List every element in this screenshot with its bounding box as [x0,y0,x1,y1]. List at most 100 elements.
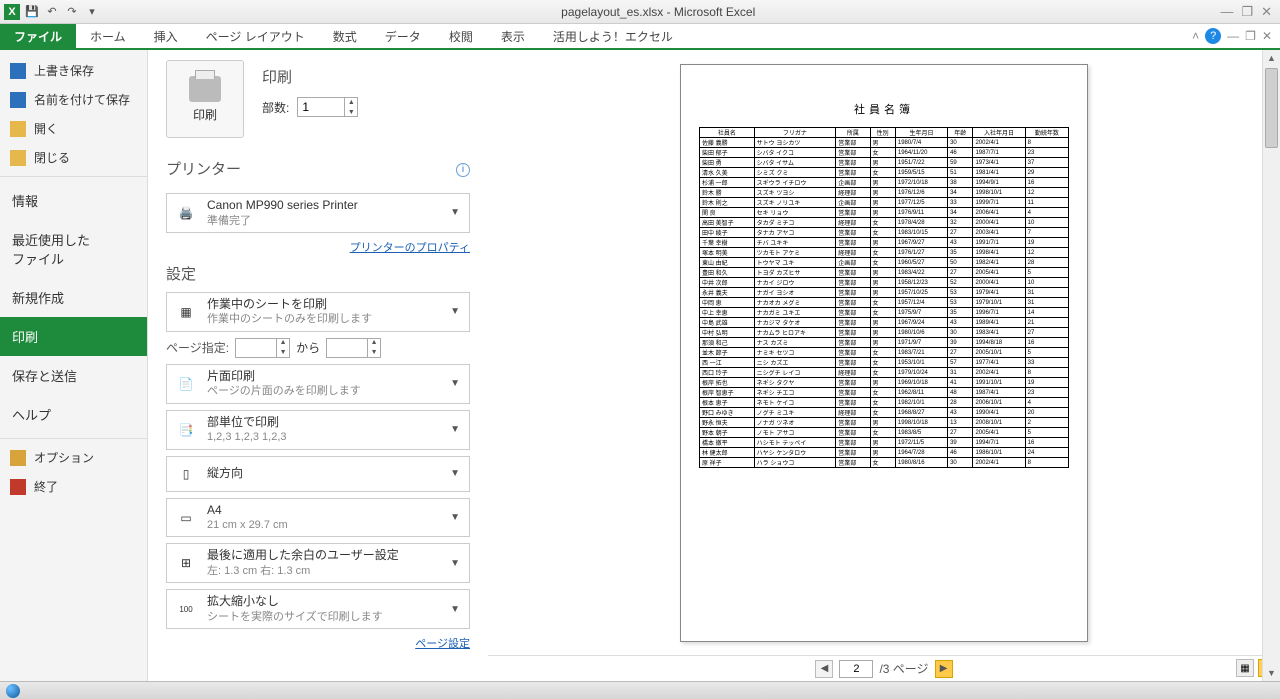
scaling-dropdown[interactable]: 100 拡大縮小なしシートを実際のサイズで印刷します ▼ [166,589,470,629]
copies-input[interactable] [298,100,344,114]
spin-up-icon[interactable]: ▲ [345,97,357,107]
nav-print[interactable]: 印刷 [0,317,147,356]
table-row: 鈴木 勝スズキ ツヨシ経理部男1976/12/6341998/10/112 [700,188,1069,198]
redo-icon[interactable]: ↷ [64,4,80,20]
page-current-input[interactable] [839,660,873,678]
ribbon-collapse-icon[interactable]: ˄ [1192,29,1199,43]
backstage-view: 上書き保存 名前を付けて保存 開く 閉じる 情報 最近使用したファイル 新規作成… [0,50,1280,681]
nav-close[interactable]: 閉じる [0,143,147,172]
margins-icon: ⊞ [173,550,199,576]
table-row: 千葉 幸樹チバ ユキキ営業部男1967/9/27431991/7/119 [700,238,1069,248]
page-to-spinner[interactable]: ▲▼ [326,338,381,358]
backstage-nav: 上書き保存 名前を付けて保存 開く 閉じる 情報 最近使用したファイル 新規作成… [0,50,148,681]
page-total: /3 ページ [879,660,928,677]
table-row: 根岸 智恵子ネギシ チエコ営業部女1962/8/11481987/4/123 [700,388,1069,398]
printer-dropdown[interactable]: 🖨️ Canon MP990 series Printer準備完了 ▼ [166,193,470,233]
show-margins-button[interactable]: ▦ [1236,659,1254,677]
table-row: 杉浦 一郎スギウラ イチロウ企画部男1972/10/18381994/9/116 [700,178,1069,188]
minimize-icon[interactable]: — [1220,4,1233,20]
quick-access-toolbar: X 💾 ↶ ↷ ▾ [0,4,104,20]
open-icon [10,121,26,137]
nav-recent[interactable]: 最近使用したファイル [0,220,147,278]
preview-pager: ◀ /3 ページ ▶ [488,655,1280,681]
table-header: 勤続年数 [1025,128,1068,138]
tab-pagelayout[interactable]: ページ レイアウト [192,24,319,48]
nav-help[interactable]: ヘルプ [0,395,147,434]
table-row: 高田 美智子タカダ ミチコ経理部女1978/4/28322000/4/110 [700,218,1069,228]
saveas-icon [10,92,26,108]
undo-icon[interactable]: ↶ [44,4,60,20]
tab-insert[interactable]: 挿入 [140,24,192,48]
restore-icon[interactable]: ❐ [1241,4,1253,20]
help-icon[interactable]: ? [1205,28,1221,44]
sheet-icon: ▦ [173,299,199,325]
tab-file[interactable]: ファイル [0,24,76,48]
collate-icon: 📑 [173,417,199,443]
window-restore-icon[interactable]: ❐ [1245,29,1256,43]
window-close-icon[interactable]: ✕ [1262,29,1272,43]
vertical-scrollbar[interactable]: ▲ ▼ [1262,50,1280,681]
preview-page: 社員名簿 社員名フリガナ所属性別生年月日年齢入社年月日勤続年数 佐藤 義勝サトウ… [680,64,1088,642]
table-row: 中岡 恵ナカオカ メグミ営業部女1957/12/4531979/10/131 [700,298,1069,308]
print-heading: 印刷 [262,66,358,87]
page-from-spinner[interactable]: ▲▼ [235,338,290,358]
print-what-dropdown[interactable]: ▦ 作業中のシートを印刷作業中のシートのみを印刷します ▼ [166,292,470,332]
close-icon[interactable]: ✕ [1261,4,1272,20]
chevron-down-icon: ▼ [447,424,463,435]
save-icon[interactable]: 💾 [24,4,40,20]
printer-properties-link[interactable]: プリンターのプロパティ [350,242,470,254]
nav-save[interactable]: 上書き保存 [0,56,147,85]
paper-size-dropdown[interactable]: ▭ A421 cm x 29.7 cm ▼ [166,498,470,538]
margins-dropdown[interactable]: ⊞ 最後に適用した余白のユーザー設定左: 1.3 cm 右: 1.3 cm ▼ [166,543,470,583]
nav-new[interactable]: 新規作成 [0,278,147,317]
table-row: 柴田 郁子シバタ イクコ営業部女1964/11/20461987/7/123 [700,148,1069,158]
printer-icon [189,76,221,102]
nav-open[interactable]: 開く [0,114,147,143]
tab-review[interactable]: 校閲 [435,24,487,48]
orientation-dropdown[interactable]: ▯ 縦方向 ▼ [166,456,470,492]
window-min-icon[interactable]: — [1227,29,1239,43]
excel-icon: X [4,4,20,20]
tab-home[interactable]: ホーム [76,24,140,48]
page-prev-button[interactable]: ◀ [815,660,833,678]
page-next-button[interactable]: ▶ [935,660,953,678]
qat-dropdown-icon[interactable]: ▾ [84,4,100,20]
duplex-dropdown[interactable]: 📄 片面印刷ページの片面のみを印刷します ▼ [166,364,470,404]
print-button[interactable]: 印刷 [166,60,244,138]
chevron-down-icon: ▼ [447,207,463,218]
nav-saveas[interactable]: 名前を付けて保存 [0,85,147,114]
window-title: pagelayout_es.xlsx - Microsoft Excel [104,5,1212,19]
chevron-down-icon: ▼ [447,468,463,479]
collate-dropdown[interactable]: 📑 部単位で印刷1,2,3 1,2,3 1,2,3 ▼ [166,410,470,450]
table-row: 西口 玲子ニシグチ レイコ経理部女1979/10/24312002/4/18 [700,368,1069,378]
title-bar: X 💾 ↶ ↷ ▾ pagelayout_es.xlsx - Microsoft… [0,0,1280,24]
table-row: 野永 恒夫ノナガ ツネオ営業部男1998/10/18132008/10/12 [700,418,1069,428]
nav-info[interactable]: 情報 [0,181,147,220]
table-row: 那須 和己ナス カズミ営業部男1971/9/7391994/8/1816 [700,338,1069,348]
table-row: 関 良セキ リョウ営業部男1976/9/11342006/4/14 [700,208,1069,218]
table-row: 野口 みゆきノグチ ミユキ経理部女1968/8/27431990/4/120 [700,408,1069,418]
tab-extra[interactable]: 活用しよう！エクセル [539,24,687,48]
table-row: 中村 弘明ナカムラ ヒロアキ営業部男1980/10/6301983/4/127 [700,328,1069,338]
exit-icon [10,479,26,495]
tab-data[interactable]: データ [371,24,435,48]
chevron-down-icon: ▼ [447,306,463,317]
scroll-up-icon[interactable]: ▲ [1263,50,1280,66]
tab-formulas[interactable]: 数式 [319,24,371,48]
page-setup-link[interactable]: ページ設定 [415,638,470,650]
nav-options[interactable]: オプション [0,443,147,472]
nav-exit[interactable]: 終了 [0,472,147,501]
nav-share[interactable]: 保存と送信 [0,356,147,395]
scroll-down-icon[interactable]: ▼ [1263,665,1280,681]
spin-down-icon[interactable]: ▼ [345,107,357,117]
tab-view[interactable]: 表示 [487,24,539,48]
info-icon[interactable]: i [456,163,470,177]
table-row: 佐藤 義勝サトウ ヨシカツ営業部男1980/7/4302002/4/18 [700,138,1069,148]
scroll-thumb[interactable] [1265,68,1278,148]
page-range-row: ページ指定: ▲▼ から ▲▼ [166,338,470,358]
table-row: 田中 綾子タナカ アヤコ営業部女1983/10/15272003/4/17 [700,228,1069,238]
orientation-icon: ▯ [173,461,199,487]
start-orb-icon[interactable] [6,684,20,698]
copies-spinner[interactable]: ▲▼ [297,97,358,117]
table-header: 年齢 [948,128,973,138]
